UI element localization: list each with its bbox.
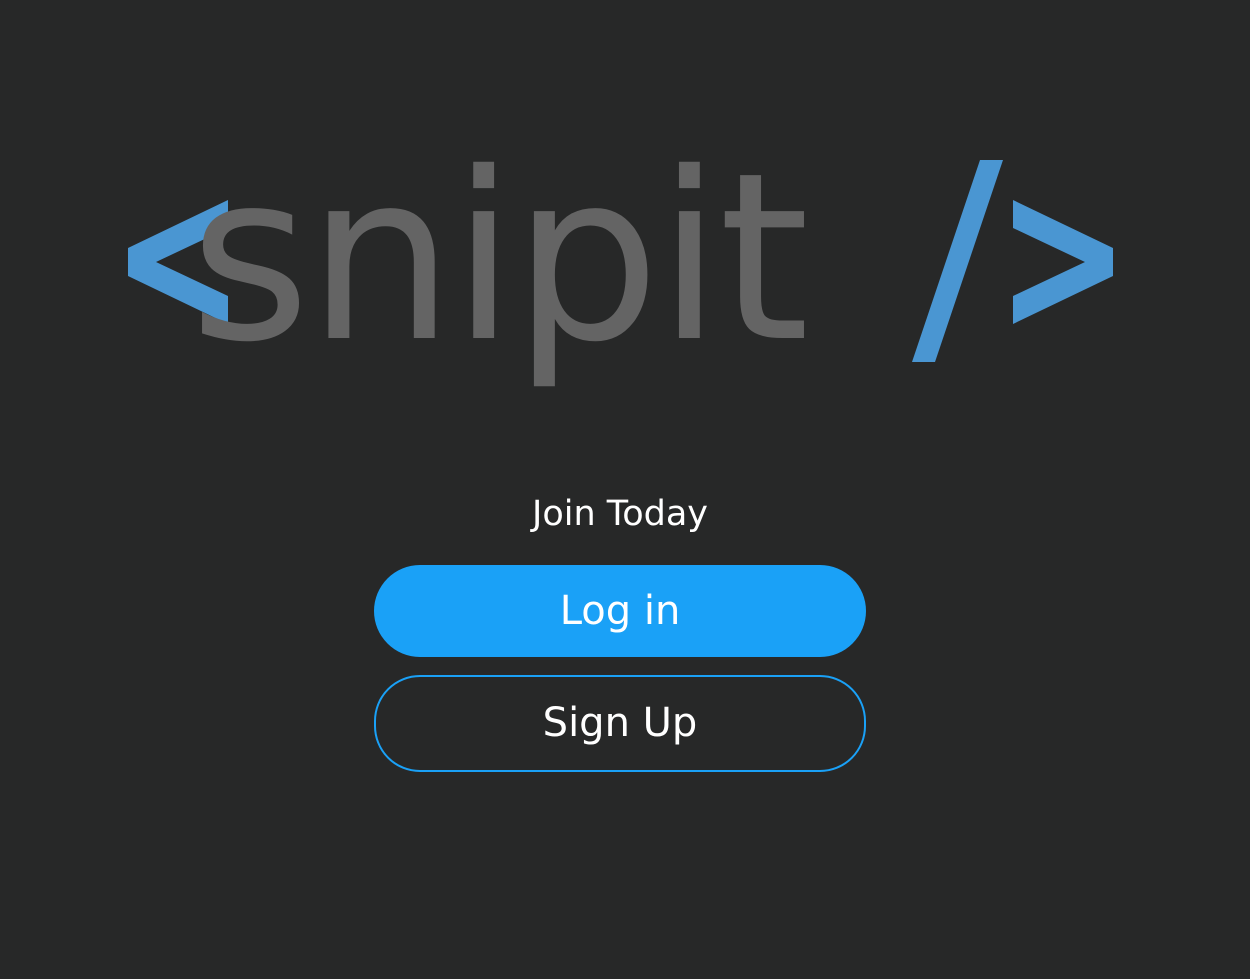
login-button-label: Log in <box>559 588 681 634</box>
logo-close-bracket <box>1013 200 1113 324</box>
logo-word: snipit <box>189 150 806 393</box>
signup-button-label: Sign Up <box>542 700 698 746</box>
logo-slash <box>912 160 1003 362</box>
login-button[interactable]: Log in <box>374 565 866 657</box>
signup-button[interactable]: Sign Up <box>374 675 866 772</box>
snipit-logo: snipit <box>128 150 1113 393</box>
join-today-heading: Join Today <box>532 494 708 534</box>
